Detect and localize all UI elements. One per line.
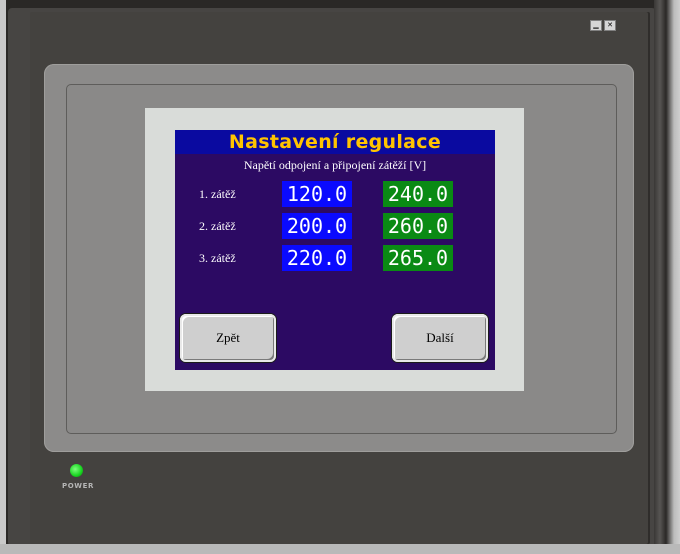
screen-title: Nastavení regulace bbox=[228, 131, 442, 153]
close-icon: ✕ bbox=[607, 21, 613, 29]
load-3-label: 3. zátěž bbox=[199, 251, 236, 265]
minimize-icon: ▁ bbox=[593, 21, 599, 29]
hmi-device: ▁ ✕ Nastavení regulace Napětí odpojení a… bbox=[0, 0, 680, 554]
close-button[interactable]: ✕ bbox=[604, 20, 616, 31]
load-3-disconnect-value[interactable]: 220.0 bbox=[282, 245, 352, 271]
minimize-button[interactable]: ▁ bbox=[590, 20, 602, 31]
load-3-connect-value[interactable]: 265.0 bbox=[383, 245, 453, 271]
load-1-disconnect-value[interactable]: 120.0 bbox=[282, 181, 352, 207]
back-button[interactable]: Zpět bbox=[180, 314, 276, 362]
load-2-label: 2. zátěž bbox=[199, 219, 236, 233]
load-1-label: 1. zátěž bbox=[199, 187, 236, 201]
housing-edge-right bbox=[654, 0, 680, 554]
hmi-screen: Nastavení regulace Napětí odpojení a při… bbox=[175, 130, 495, 370]
power-label: POWER bbox=[62, 482, 94, 490]
load-2-disconnect-value[interactable]: 200.0 bbox=[282, 213, 352, 239]
housing-edge-left bbox=[0, 0, 6, 554]
screen-subtitle: Napětí odpojení a připojení zátěží [V] bbox=[243, 158, 427, 172]
next-button[interactable]: Další bbox=[392, 314, 488, 362]
power-led-icon bbox=[70, 464, 83, 477]
load-1-connect-value[interactable]: 240.0 bbox=[383, 181, 453, 207]
window-controls: ▁ ✕ bbox=[590, 20, 616, 31]
load-2-connect-value[interactable]: 260.0 bbox=[383, 213, 453, 239]
title-bar: Nastavení regulace bbox=[175, 130, 495, 154]
housing-edge-bottom bbox=[0, 544, 680, 554]
